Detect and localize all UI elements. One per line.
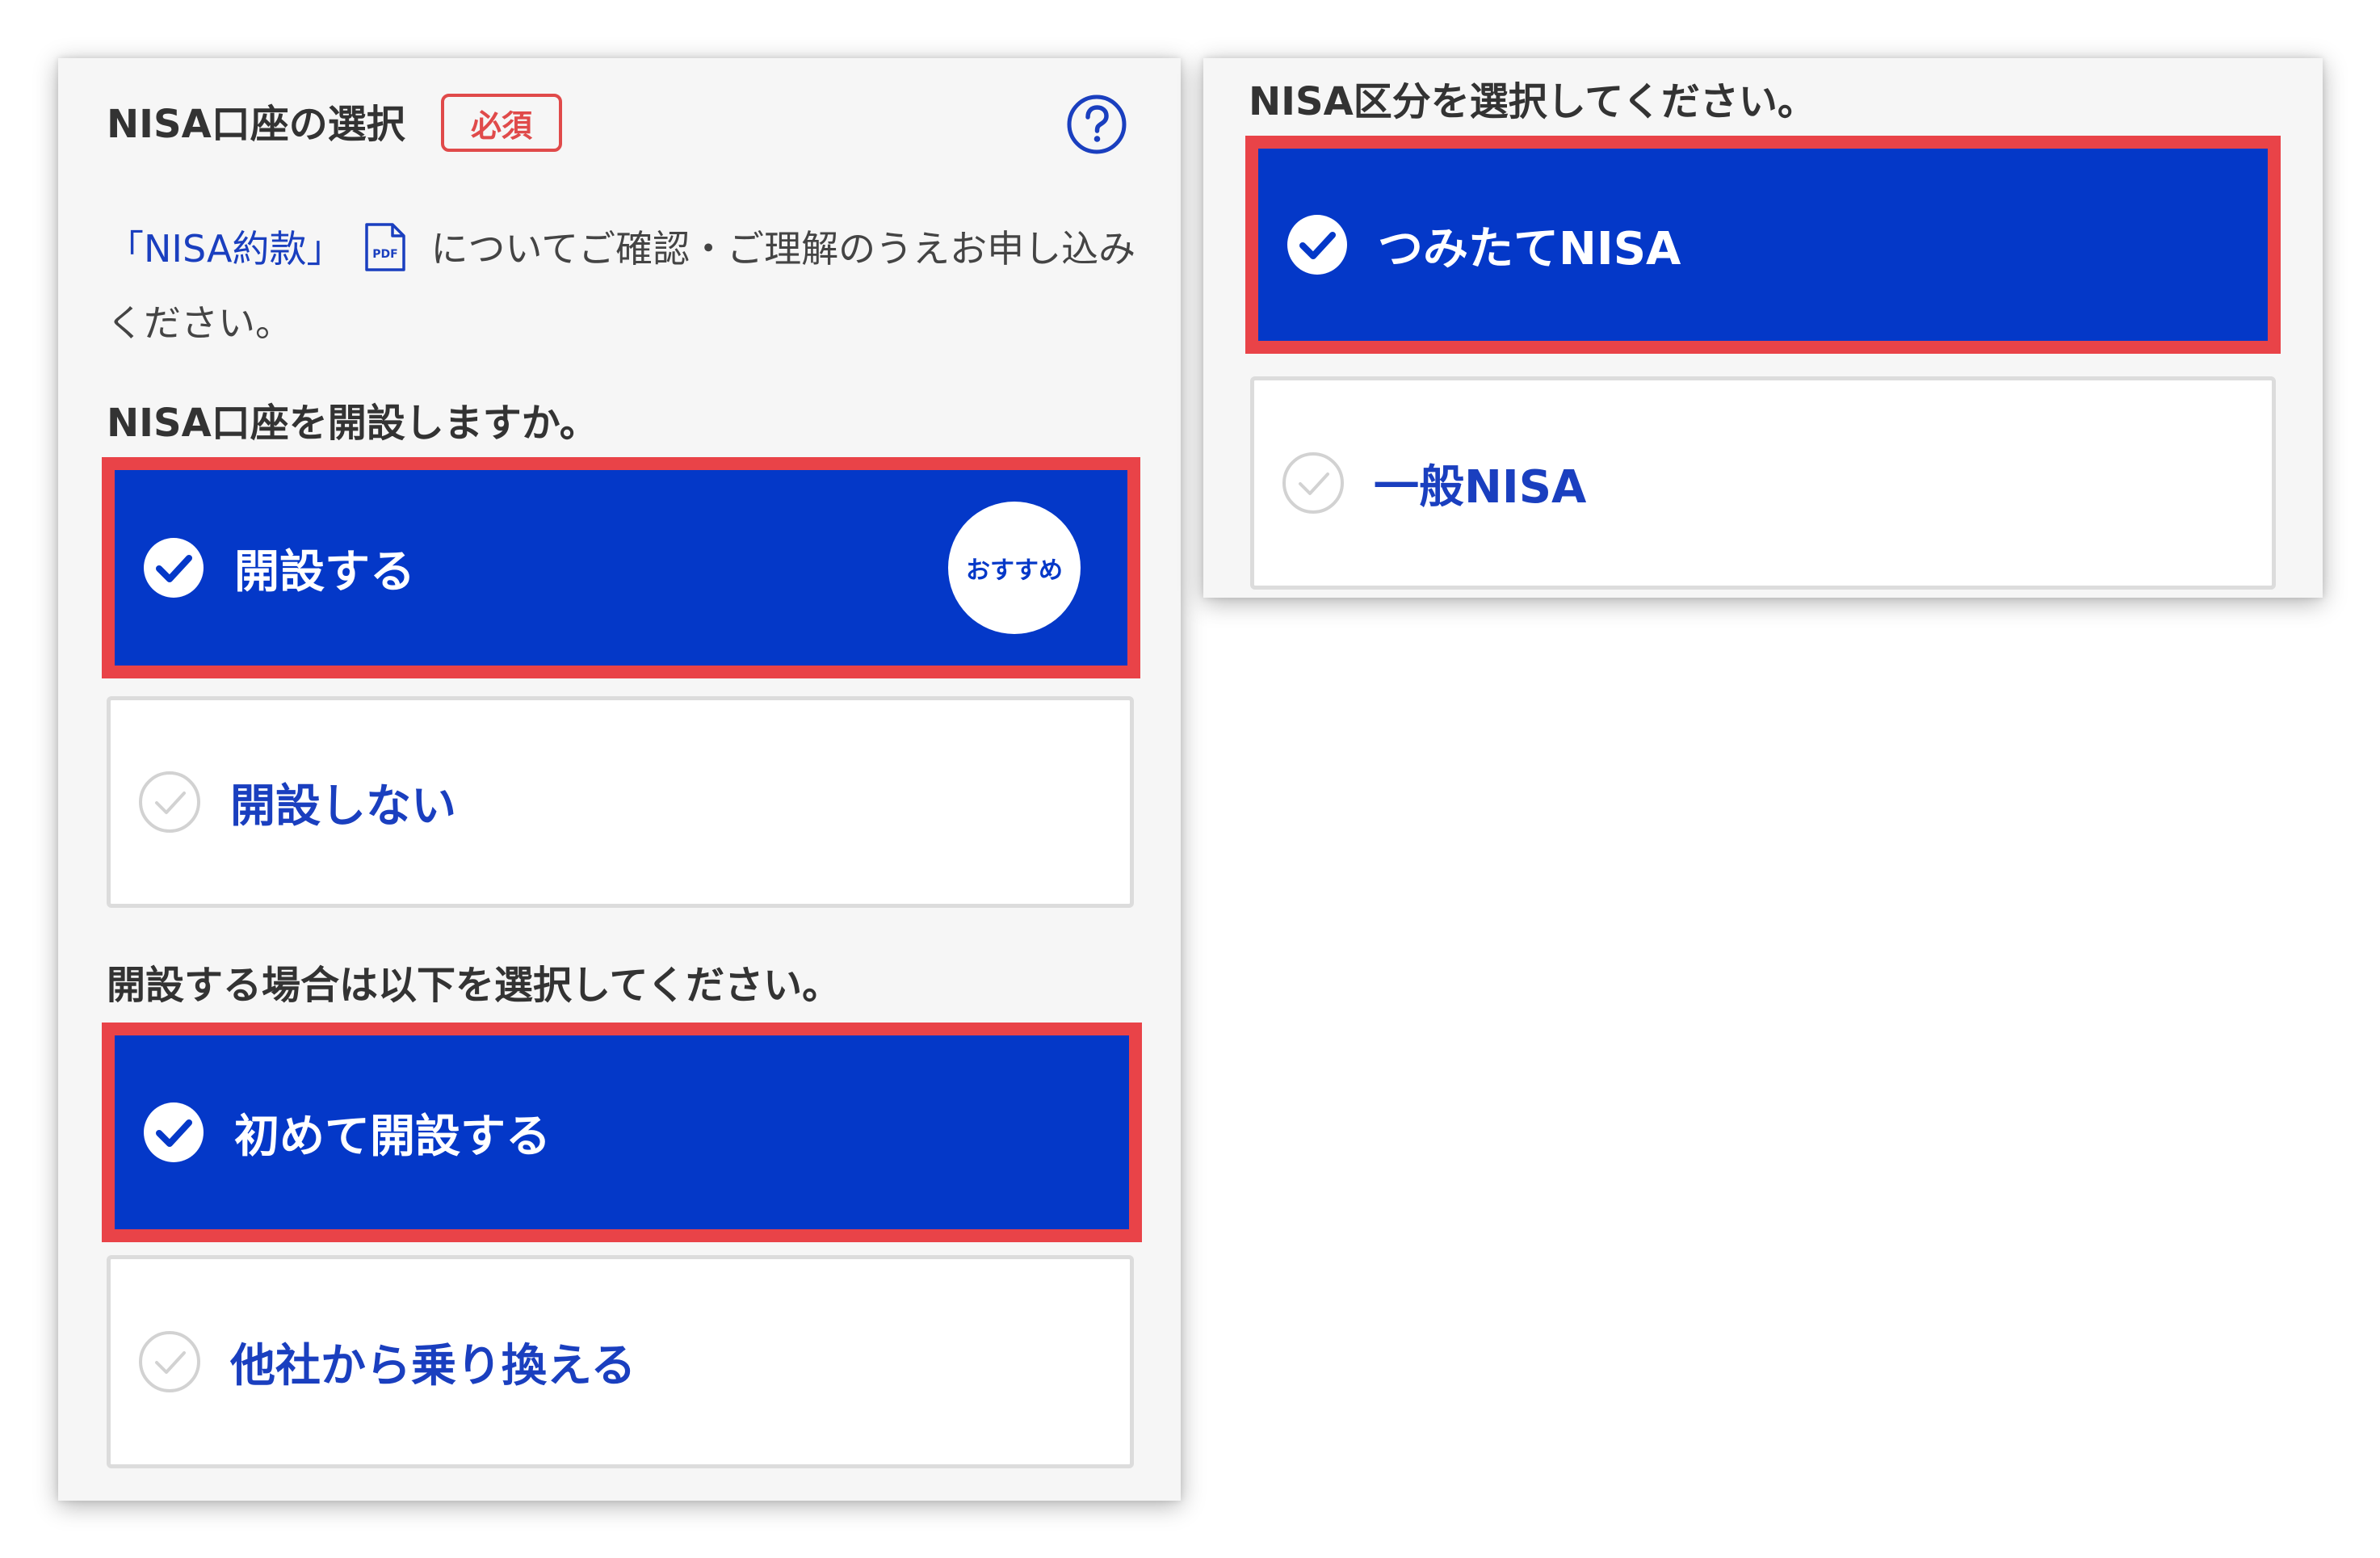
option-label: つみたてNISA xyxy=(1378,222,1681,275)
recommended-badge: おすすめ xyxy=(948,502,1081,634)
option-transfer[interactable]: 他社から乗り換える xyxy=(107,1255,1134,1468)
type-question: 開設する場合は以下を選択してください。 xyxy=(107,963,842,1008)
panel-title: NISA口座の選択 xyxy=(107,102,405,147)
option-label: 開設しない xyxy=(230,779,456,833)
option-label: 開設する xyxy=(234,545,415,598)
pdf-icon-label: PDF xyxy=(372,248,397,261)
option-do-not-open[interactable]: 開設しない xyxy=(107,696,1134,908)
option-general-nisa[interactable]: 一般NISA xyxy=(1250,376,2276,590)
check-icon xyxy=(1287,215,1347,275)
intro-text: 「NISA約款」 PDF についてご確認・ご理解のうえお申し込みください。 xyxy=(107,212,1140,360)
nisa-account-panel: NISA口座の選択 必須 「NISA約款」 PDF についてご確認・ご理解のうえ… xyxy=(58,58,1181,1501)
nisa-terms-link[interactable]: 「NISA約款」 xyxy=(107,227,344,271)
option-label: 初めて開設する xyxy=(234,1110,551,1163)
required-badge: 必須 xyxy=(441,94,562,152)
option-label: 一般NISA xyxy=(1374,460,1587,514)
pdf-icon[interactable]: PDF xyxy=(362,222,409,272)
check-circle-outline-icon xyxy=(139,1331,200,1392)
open-question: NISA口座を開設しますか。 xyxy=(107,401,598,446)
option-open[interactable]: 開設する おすすめ xyxy=(102,457,1140,678)
check-icon xyxy=(144,1102,204,1162)
option-label: 他社から乗り換える xyxy=(230,1339,636,1392)
option-first-time[interactable]: 初めて開設する xyxy=(102,1023,1142,1242)
check-circle-outline-icon xyxy=(139,771,200,833)
nisa-category-panel: NISA区分を選択してください。 つみたてNISA 一般NISA xyxy=(1203,58,2323,598)
check-icon xyxy=(144,538,204,598)
category-question: NISA区分を選択してください。 xyxy=(1249,79,1816,124)
question-circle-icon[interactable] xyxy=(1066,94,1127,155)
check-circle-outline-icon xyxy=(1282,452,1344,514)
option-tsumitate-nisa[interactable]: つみたてNISA xyxy=(1245,136,2281,354)
